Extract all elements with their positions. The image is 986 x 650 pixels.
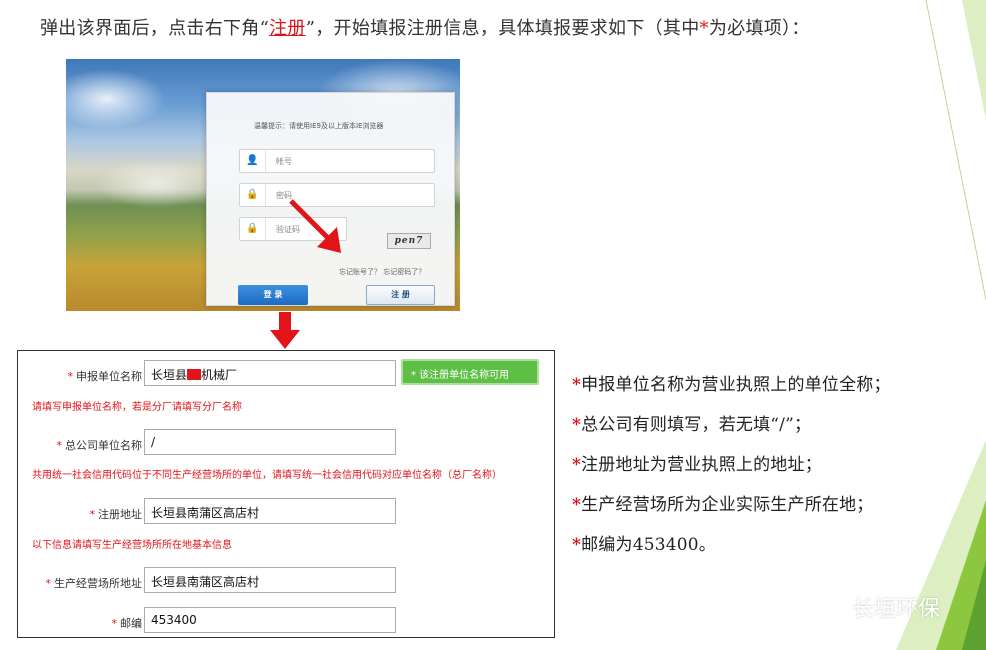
registered-address-input[interactable]: 长垣县南蒲区高店村 (144, 498, 396, 524)
business-address-label: * 生产经营场所地址 (45, 577, 143, 590)
site-info-note: 以下信息请填写生产经营场所所在地基本信息 (32, 540, 232, 551)
note-item: *注册地址为营业执照上的地址； (572, 455, 822, 475)
note-item: *总公司有则填写，若无填“/”； (572, 415, 812, 435)
note-item: *申报单位名称为营业执照上的单位全称； (572, 375, 891, 395)
business-address-input[interactable]: 长垣县南蒲区高店村 (144, 567, 396, 593)
forgot-links[interactable]: 忘记账号了？ 忘记密码了？ (339, 267, 425, 277)
postcode-label: * 邮编 (111, 617, 143, 630)
browser-tip: 温馨提示：请使用IE9及以上版本IE浏览器 (254, 122, 384, 130)
unit-name-input[interactable]: 长垣县 机械厂 (144, 360, 396, 386)
note-item: *邮编为453400。 (572, 535, 716, 555)
user-icon: 👤 (240, 150, 266, 172)
note-item: *生产经营场所为企业实际生产所在地； (572, 495, 874, 515)
wechat-icon (818, 597, 846, 619)
requirement-notes: *申报单位名称为营业执照上的单位全称； *总公司有则填写，若无填“/”； *注册… (572, 372, 952, 572)
register-button[interactable]: 注 册 (366, 285, 435, 305)
registered-address-label: * 注册地址 (89, 508, 143, 521)
parent-company-input[interactable]: / (144, 429, 396, 455)
redaction-mark (187, 369, 202, 380)
red-pointer-arrow-icon (289, 199, 341, 253)
lock-icon: 🔒 (240, 218, 266, 240)
parent-company-note: 共用统一社会信用代码位于不同生产经营场所的单位，请填写统一社会信用代码对应单位名… (32, 470, 502, 481)
lock-icon: 🔒 (240, 184, 266, 206)
register-link-text: 注册 (269, 18, 306, 39)
instruction-text: 弹出该界面后，点击右下角“注册”，开始填报注册信息，具体填报要求如下（其中*为必… (40, 18, 810, 39)
captcha-image[interactable]: pen7 (387, 233, 431, 249)
unit-name-note: 请填写申报单位名称，若是分厂请填写分厂名称 (32, 402, 242, 413)
watermark: 长垣环保 (818, 591, 940, 623)
parent-company-label: * 总公司单位名称 (56, 439, 143, 452)
registration-form-screenshot: * 申报单位名称 长垣县 机械厂 * 该注册单位名称可用 请填写申报单位名称，若是分… (17, 350, 555, 638)
name-available-badge: * 该注册单位名称可用 (401, 359, 539, 385)
unit-name-label: * 申报单位名称 (67, 370, 143, 383)
down-arrow-icon (270, 312, 300, 349)
postcode-input[interactable]: 453400 (144, 607, 396, 633)
login-screenshot: 温馨提示：请使用IE9及以上版本IE浏览器 👤 帐号 🔒 密码 🔒 验证码 pe… (66, 59, 460, 311)
account-input[interactable]: 👤 帐号 (239, 149, 435, 173)
login-button[interactable]: 登 录 (238, 285, 308, 305)
account-placeholder: 帐号 (276, 157, 292, 166)
